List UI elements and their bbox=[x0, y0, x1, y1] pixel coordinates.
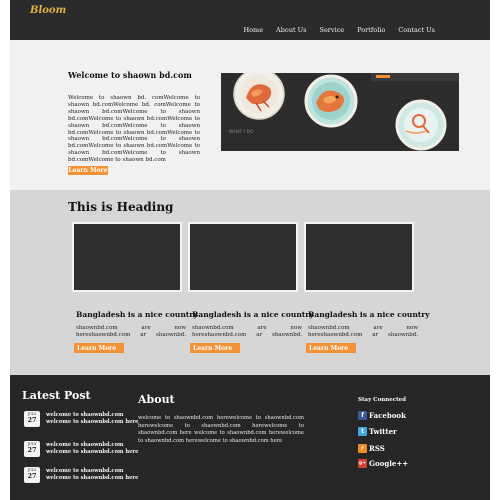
feature-learn-more-button-2[interactable]: Learn More bbox=[190, 343, 240, 353]
feature-image-1 bbox=[72, 222, 182, 292]
social-link-facebook[interactable]: f Facebook bbox=[358, 411, 406, 420]
hero-image: WHAT I DO bbox=[221, 73, 459, 151]
nav-about-us[interactable]: About Us bbox=[276, 26, 306, 34]
hero-learn-more-button[interactable]: Learn More bbox=[68, 166, 108, 175]
hero-image-caption: WHAT I DO bbox=[229, 129, 254, 135]
post-day: 27 bbox=[27, 472, 37, 480]
feature-title-1: Bangladesh is a nice country bbox=[76, 310, 198, 319]
feature-image-3 bbox=[304, 222, 414, 292]
feature-text-1: shaownbd.com are now hereshaownbd.com ar… bbox=[76, 325, 186, 338]
hero-text: Welcome to shaown bd. comWelcome to shao… bbox=[68, 95, 200, 164]
nav-home[interactable]: Home bbox=[243, 26, 263, 34]
social-label: RSS bbox=[369, 444, 385, 453]
social-link-google-plus[interactable]: g+ Google++ bbox=[358, 459, 408, 468]
facebook-icon: f bbox=[358, 411, 367, 420]
stay-connected-heading: Stay Connected bbox=[358, 397, 406, 403]
nav-portfolio[interactable]: Portfolio bbox=[357, 26, 385, 34]
site-footer: Latest Post JULY 27 welcome to shaownbd.… bbox=[10, 375, 490, 500]
about-text: welcome to shaownbd.com herewelcome to s… bbox=[138, 415, 304, 444]
feature-title-3: Bangladesh is a nice country bbox=[308, 310, 430, 319]
page: Bloom Home About Us Service Portfolio Co… bbox=[0, 0, 500, 500]
post-title: welcome to shaownbd.com welcome to shaow… bbox=[46, 468, 139, 481]
feature-title-2: Bangladesh is a nice country bbox=[192, 310, 314, 319]
hero-title: Welcome to shaown bd.com bbox=[68, 70, 192, 80]
feature-text-2: shaownbd.com are now hereshaownbd.com ar… bbox=[192, 325, 302, 338]
twitter-icon: t bbox=[358, 427, 367, 436]
nav-service[interactable]: Service bbox=[320, 26, 345, 34]
feature-text-3: shaownbd.com are now hereshaownbd.com ar… bbox=[308, 325, 418, 338]
site-logo[interactable]: Bloom bbox=[30, 5, 66, 16]
site-header: Bloom Home About Us Service Portfolio Co… bbox=[10, 0, 490, 40]
post-day: 27 bbox=[27, 416, 37, 424]
main-nav: Home About Us Service Portfolio Contact … bbox=[243, 26, 435, 34]
social-link-rss[interactable]: r RSS bbox=[358, 444, 385, 453]
social-label: Google++ bbox=[369, 459, 409, 468]
feature-image-2 bbox=[188, 222, 298, 292]
post-title: welcome to shaownbd.com welcome to shaow… bbox=[46, 412, 139, 425]
rss-icon: r bbox=[358, 444, 367, 453]
section-heading: This is Heading bbox=[68, 200, 174, 214]
social-label: Facebook bbox=[369, 411, 406, 420]
hero-illustration: WHAT I DO bbox=[221, 73, 459, 151]
post-title: welcome to shaownbd.com welcome to shaow… bbox=[46, 442, 139, 455]
social-label: Twitter bbox=[369, 427, 397, 436]
google-plus-icon: g+ bbox=[358, 459, 367, 468]
features-section: This is Heading Bangladesh is a nice cou… bbox=[10, 190, 490, 375]
post-day: 27 bbox=[27, 446, 37, 454]
post-date-badge: JULY 27 bbox=[24, 467, 40, 483]
feature-learn-more-button-3[interactable]: Learn More bbox=[306, 343, 356, 353]
social-link-twitter[interactable]: t Twitter bbox=[358, 427, 397, 436]
about-heading: About bbox=[138, 393, 175, 406]
latest-post-heading: Latest Post bbox=[22, 389, 91, 402]
hero-section: Welcome to shaown bd.com Welcome to shao… bbox=[10, 40, 490, 190]
post-date-badge: JULY 27 bbox=[24, 411, 40, 427]
feature-learn-more-button-1[interactable]: Learn More bbox=[74, 343, 124, 353]
post-date-badge: JULY 27 bbox=[24, 441, 40, 457]
nav-contact-us[interactable]: Contact Us bbox=[398, 26, 435, 34]
